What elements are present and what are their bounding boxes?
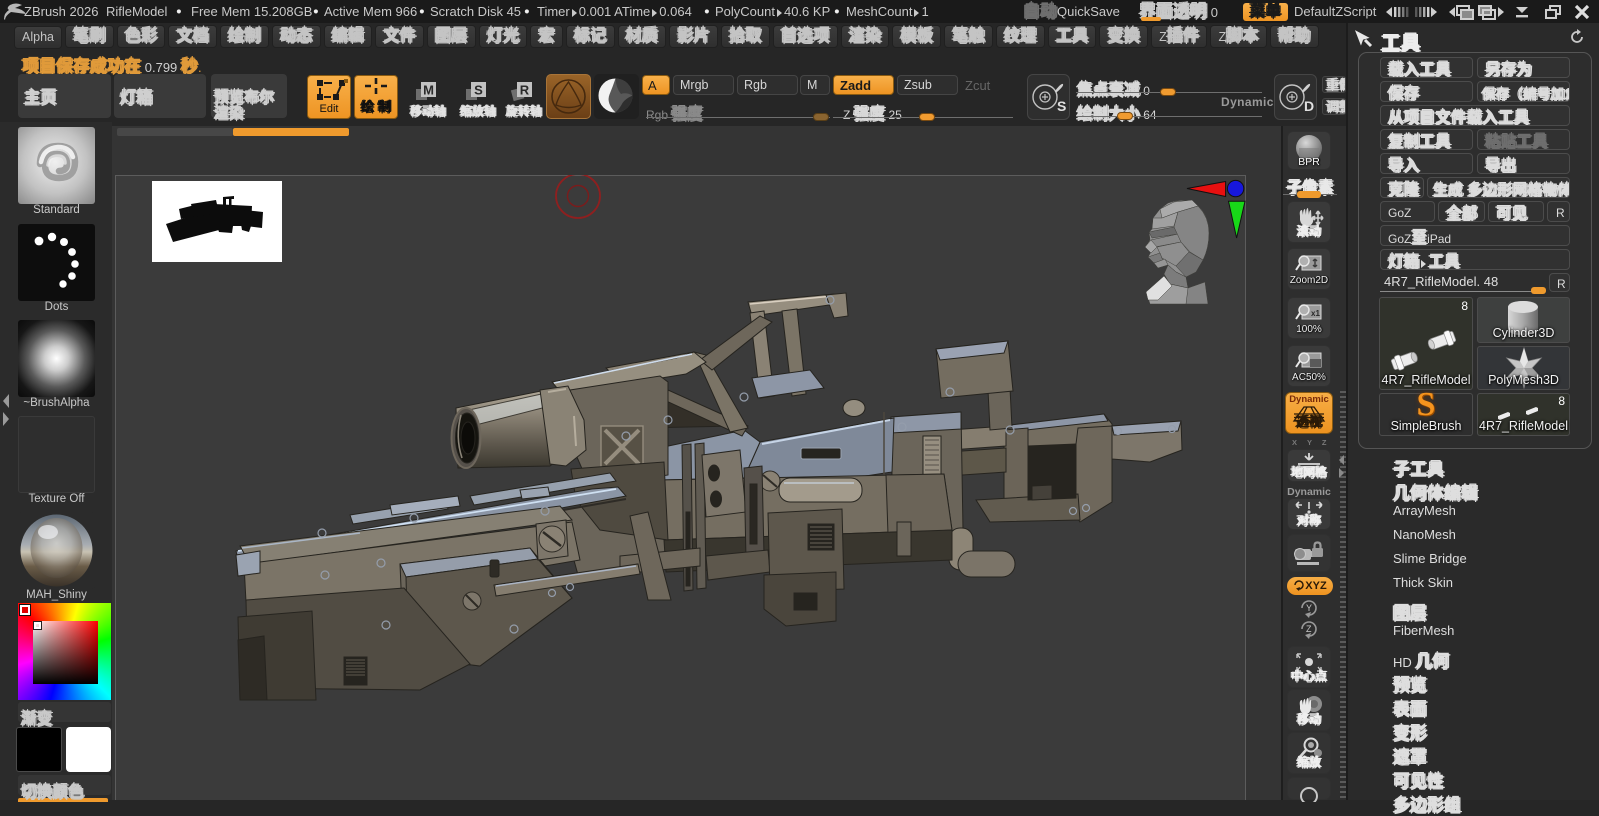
svg-text:D: D (1304, 98, 1314, 114)
svg-text:S: S (1057, 98, 1066, 114)
svg-text:M: M (423, 83, 434, 98)
svg-text:Z: Z (1306, 624, 1312, 634)
svg-text:x1: x1 (1311, 309, 1320, 318)
svg-text:S: S (474, 83, 483, 98)
svg-text:Y: Y (1306, 603, 1312, 613)
svg-text:R: R (520, 83, 530, 98)
